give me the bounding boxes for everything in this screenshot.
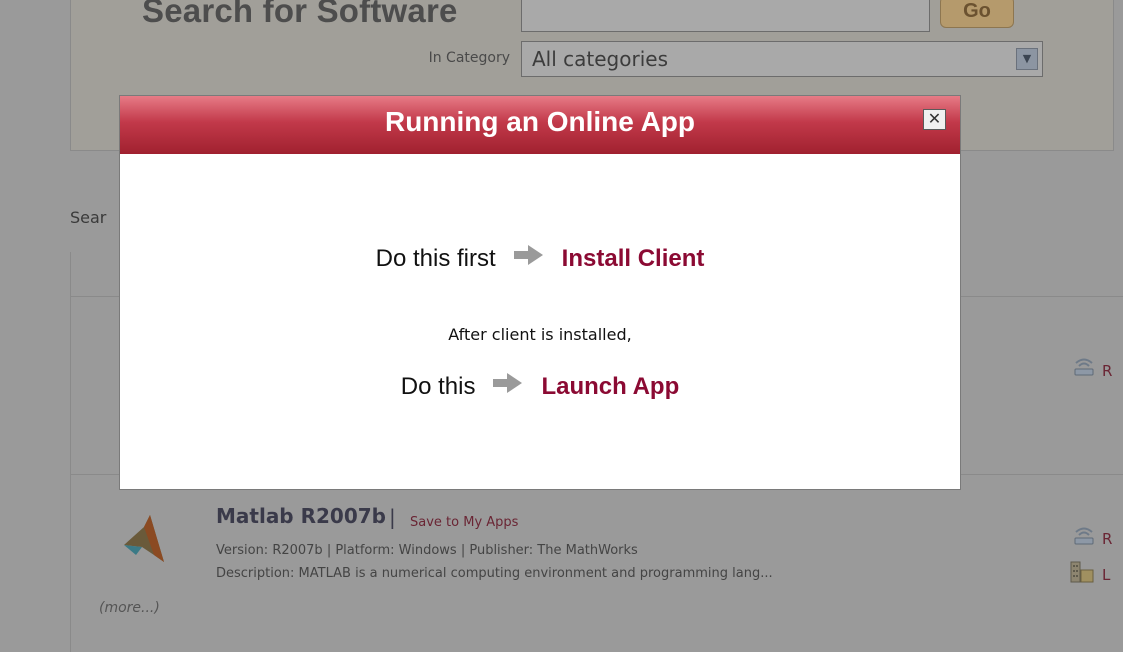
install-client-link[interactable]: Install Client xyxy=(562,245,705,273)
matlab-logo-icon xyxy=(124,515,164,562)
row2-run-link[interactable]: R xyxy=(1102,530,1112,548)
modal-header: Running an Online App ✕ xyxy=(120,96,960,154)
lab-building-icon[interactable] xyxy=(1070,560,1096,584)
more-link[interactable]: (more...) xyxy=(99,600,160,616)
save-to-my-apps-link[interactable]: Save to My Apps xyxy=(410,515,518,530)
after-install-text: After client is installed, xyxy=(448,325,632,344)
category-label: In Category xyxy=(428,50,510,66)
remote-run-icon[interactable] xyxy=(1072,357,1096,377)
close-icon[interactable]: ✕ xyxy=(923,109,946,130)
row1-run-link[interactable]: R xyxy=(1102,362,1112,380)
category-select[interactable]: All categories ▼ xyxy=(521,41,1043,77)
category-select-value: All categories xyxy=(532,47,668,71)
select-arrow-icon[interactable]: ▼ xyxy=(1016,48,1038,70)
remote-run-icon[interactable] xyxy=(1072,526,1096,546)
online-app-modal: Running an Online App ✕ Do this first In… xyxy=(120,96,960,489)
row2-lab-link[interactable]: L xyxy=(1102,566,1110,584)
step2-label: Do this xyxy=(400,372,476,400)
results-label: Sear xyxy=(70,208,107,227)
step1-label: Do this first xyxy=(375,244,496,272)
arrow-right-icon xyxy=(493,372,523,401)
step2-row: Do this Launch App xyxy=(120,372,960,401)
app-separator: | xyxy=(389,505,396,529)
app-name[interactable]: Matlab R2007b xyxy=(216,504,386,528)
app-meta: Version: R2007b | Platform: Windows | Pu… xyxy=(216,543,638,558)
app-description: Description: MATLAB is a numerical compu… xyxy=(216,566,773,581)
search-title: Search for Software xyxy=(142,0,458,29)
go-button[interactable]: Go xyxy=(940,0,1014,28)
modal-title: Running an Online App xyxy=(384,106,696,137)
step1-row: Do this first Install Client xyxy=(120,244,960,273)
launch-app-link[interactable]: Launch App xyxy=(541,373,679,401)
arrow-right-icon xyxy=(513,244,544,273)
search-input[interactable] xyxy=(521,0,930,32)
